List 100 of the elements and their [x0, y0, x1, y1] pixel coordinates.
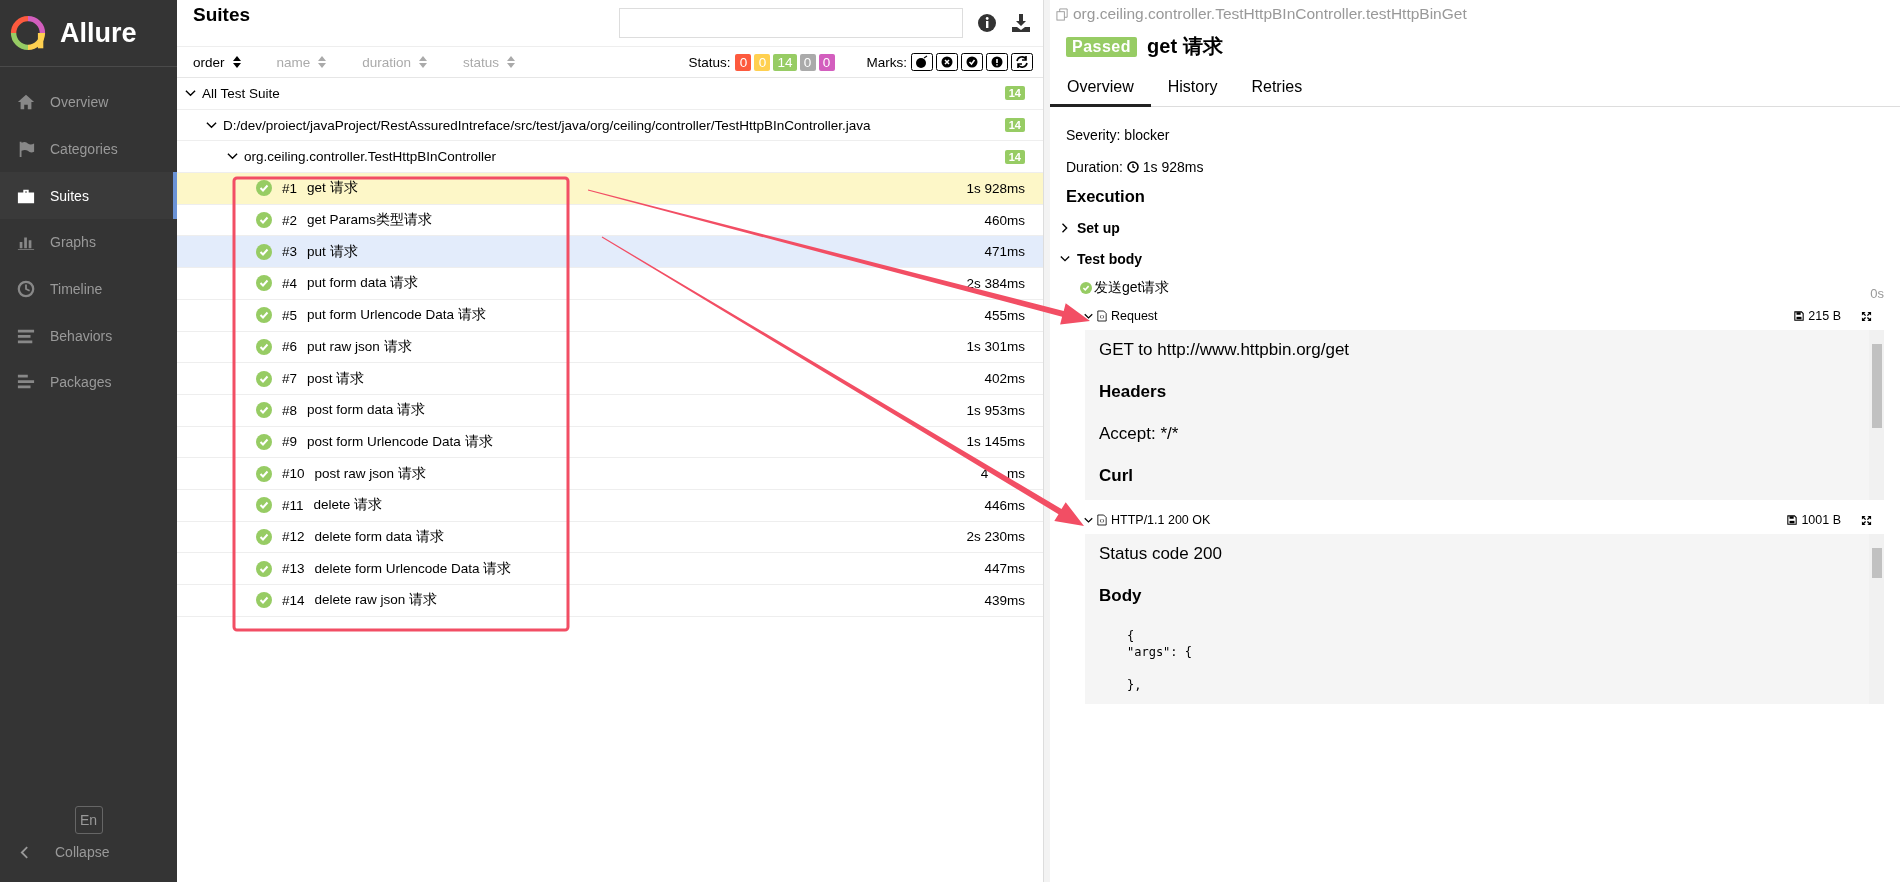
test-title: get 请求 — [1147, 34, 1223, 59]
nav-item[interactable]: Overview — [0, 79, 177, 126]
tab[interactable]: Overview — [1050, 70, 1151, 107]
save-icon[interactable] — [1787, 515, 1798, 525]
exclamation-icon[interactable] — [986, 53, 1008, 71]
test-name: put form data 请求 — [307, 274, 420, 293]
scrollbar[interactable] — [1869, 534, 1884, 704]
tab[interactable]: Retries — [1234, 70, 1320, 107]
bomb-icon[interactable] — [911, 53, 933, 71]
nav-item[interactable]: Packages — [0, 359, 177, 406]
stage-toggle[interactable]: Test body — [1060, 243, 1884, 274]
chevron-icon — [1060, 222, 1070, 233]
sort-button[interactable]: order — [193, 54, 241, 70]
language-button[interactable]: En — [74, 806, 103, 834]
count-badge: 14 — [1004, 86, 1025, 101]
test-number: #4 — [282, 275, 298, 291]
test-number: #2 — [282, 212, 298, 228]
status-badge: Passed — [1066, 36, 1138, 57]
info-icon[interactable] — [977, 13, 997, 33]
save-icon[interactable] — [1794, 311, 1805, 321]
suite-name[interactable]: D:/dev/proiect/javaProject/RestAssuredIntreface/src/test/java/org/ceiling/controller/TestHttpBInController.java — [223, 117, 1005, 133]
clock-icon — [1126, 161, 1139, 173]
test-name: delete 请求 — [313, 496, 384, 515]
attachment-size: 215 B — [1808, 309, 1841, 323]
expand-icon[interactable] — [1861, 514, 1872, 526]
test-row[interactable]: #1 get 请求 1s 928ms — [177, 173, 1043, 205]
chevron-icon[interactable] — [206, 119, 217, 131]
check-circle-icon — [256, 212, 272, 229]
test-name: put form Urlencode Data 请求 — [307, 306, 487, 325]
suite-name[interactable]: org.ceiling.controller.TestHttpBInController — [244, 149, 1005, 165]
attachment-name[interactable]: HTTP/1.1 200 OK — [1111, 513, 1784, 527]
attachment-text: Accept: */* — [1099, 424, 1180, 444]
stage-toggle[interactable]: Set up — [1060, 212, 1884, 243]
test-number: #3 — [282, 244, 298, 260]
test-row[interactable]: #3 put 请求 471ms — [177, 236, 1043, 269]
count-badge: 14 — [1004, 118, 1025, 133]
check-circle-icon — [256, 402, 272, 419]
test-duration: 446ms — [984, 497, 1025, 513]
attachment-text: GET to http://www.httpbin.org/get — [1099, 340, 1351, 360]
test-row[interactable]: #12 delete form data 请求 2s 230ms — [177, 521, 1043, 554]
test-name: put raw json 请求 — [307, 337, 413, 356]
test-name: post raw json 请求 — [314, 464, 427, 483]
chevron-icon[interactable] — [1084, 311, 1093, 321]
suite-name[interactable]: All Test Suite — [202, 85, 1005, 101]
collapse-button[interactable]: Collapse — [0, 844, 177, 860]
refresh-icon[interactable] — [1011, 53, 1033, 71]
test-number: #5 — [282, 307, 298, 323]
test-name: post form data 请求 — [307, 401, 427, 420]
check-circle-icon — [256, 338, 272, 355]
test-name: delete raw json 请求 — [314, 591, 439, 610]
logo-text: Allure — [60, 17, 137, 49]
sort-icon — [419, 56, 428, 68]
test-name: post form Urlencode Data 请求 — [307, 432, 494, 451]
test-number: #11 — [282, 497, 304, 513]
check-circle-icon — [256, 497, 272, 514]
check-circle-icon — [256, 560, 272, 577]
test-number: #6 — [282, 339, 298, 355]
test-duration: 4 ms — [980, 466, 1025, 482]
chevron-icon[interactable] — [185, 87, 196, 99]
marks-label: Marks: — [866, 54, 907, 70]
test-duration: 1s 145ms — [966, 434, 1025, 450]
nav-item[interactable]: Graphs — [0, 219, 177, 266]
attachment-heading: Headers — [1099, 382, 1168, 402]
test-duration: 1s 953ms — [966, 402, 1025, 418]
test-row[interactable]: #14 delete raw json 请求 439ms — [177, 585, 1043, 617]
check-circle-icon — [1080, 282, 1092, 294]
attachment-text: Status code 200 — [1099, 544, 1223, 564]
check-circle-icon — [256, 528, 272, 545]
search-field[interactable] — [619, 8, 963, 38]
attachment-name[interactable]: Request — [1111, 309, 1791, 323]
test-name: delete form Urlencode Data 请求 — [314, 559, 513, 578]
expand-icon[interactable] — [1861, 310, 1872, 322]
test-duration: 1s 301ms — [966, 339, 1025, 355]
sort-icon — [232, 56, 241, 68]
sort-icon — [318, 56, 327, 68]
test-name: post 请求 — [307, 369, 366, 388]
check-circle-icon — [256, 275, 272, 292]
test-duration: 447ms — [984, 561, 1025, 577]
file-icon — [1097, 310, 1107, 322]
tab[interactable]: History — [1150, 70, 1235, 107]
test-duration: 460ms — [984, 212, 1025, 228]
scrollbar[interactable] — [1869, 330, 1884, 500]
nav-item[interactable]: Categories — [0, 125, 177, 173]
logo-icon — [10, 15, 46, 51]
test-number: #9 — [282, 434, 298, 450]
test-row[interactable]: #13 delete form Urlencode Data 请求 447ms — [177, 553, 1043, 585]
check-circle-icon — [256, 433, 272, 450]
check-circle-icon — [256, 180, 272, 197]
code-text: { "args": { }, — [1127, 628, 1194, 693]
test-number: #7 — [282, 371, 298, 387]
test-number: #8 — [282, 402, 298, 418]
check-circle-icon — [256, 465, 272, 482]
count-badge: 14 — [1004, 149, 1025, 164]
download-icon[interactable] — [1011, 13, 1031, 33]
nav-item[interactable]: Behaviors — [0, 312, 177, 360]
nav-item[interactable]: Suites — [0, 172, 177, 220]
chevron-icon[interactable] — [1084, 515, 1093, 525]
sort-icon — [507, 56, 516, 68]
nav-item[interactable]: Timeline — [0, 265, 177, 313]
test-name: get 请求 — [307, 179, 359, 198]
